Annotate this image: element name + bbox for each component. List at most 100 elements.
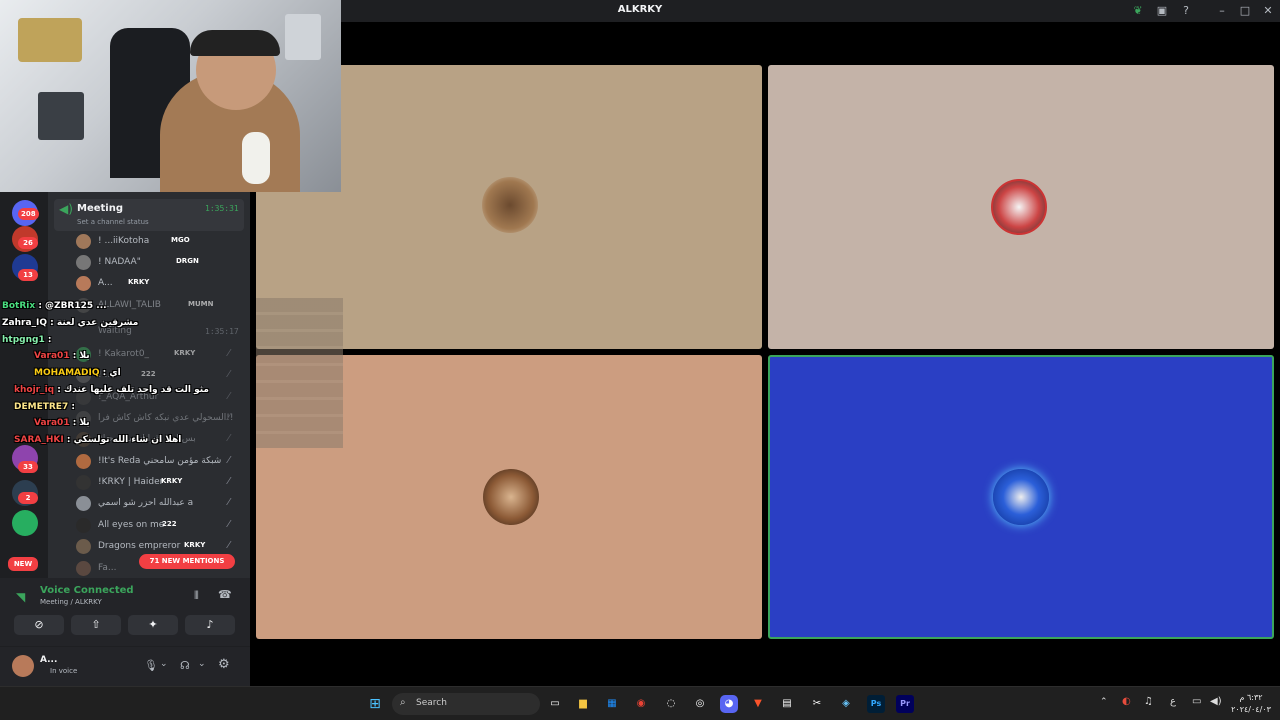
user-name: ! ...iiKotoha	[98, 236, 150, 246]
file-explorer-icon[interactable]: ▆	[574, 695, 592, 713]
chevron-up-icon[interactable]: ⌃	[1100, 697, 1108, 707]
voice-stage	[250, 22, 1280, 686]
chevron-down-icon[interactable]: ⌄	[198, 659, 206, 669]
clock-time[interactable]: ٦:٣٢ م	[1230, 693, 1272, 702]
chat-message: SARA_HKI : اهلا ان شاء الله تولسكي	[14, 435, 182, 445]
chevron-down-icon[interactable]: ⌄	[160, 659, 168, 669]
noise-suppression-icon[interactable]: ⦀	[194, 589, 199, 603]
tile-participant-4[interactable]	[768, 355, 1274, 639]
language-indicator[interactable]: ع	[1170, 696, 1176, 707]
store-icon[interactable]: ▦	[603, 695, 621, 713]
avatar	[76, 234, 91, 249]
voice-panel: ◥ Voice Connected Meeting / ALKRKY ⦀ ☎ ⊘…	[0, 578, 250, 686]
channel-name: Meeting	[77, 203, 124, 214]
mention-badge: 2	[18, 492, 38, 504]
camera-off-icon[interactable]: ⊘	[14, 615, 64, 635]
soundboard-icon[interactable]: ♪	[185, 615, 235, 635]
voice-location[interactable]: Meeting / ALKRKY	[40, 598, 102, 606]
chat-message: Zahra_IQ : مشرفين عدي لعنة	[2, 318, 139, 328]
steam-icon[interactable]: ◎	[691, 695, 709, 713]
photoshop-icon[interactable]: Ps	[867, 695, 885, 713]
tray-app-icon[interactable]: ◐	[1122, 696, 1131, 707]
avatar	[483, 469, 539, 525]
wall-shelf	[285, 14, 321, 60]
meeting-channel[interactable]: ◀) Meeting 1:35:31 Set a channel status	[54, 199, 244, 231]
speaker-icon: ◀)	[59, 202, 73, 216]
avatar	[76, 496, 91, 511]
new-badge[interactable]: NEW	[8, 557, 38, 571]
avatar	[76, 276, 91, 291]
user-name: All eyes on me	[98, 520, 165, 530]
activities-icon[interactable]: ✦	[128, 615, 178, 635]
webcam-overlay	[0, 0, 341, 192]
search-box[interactable]: ⌕ Search	[392, 693, 540, 715]
windows-start-icon[interactable]: ⊞	[366, 695, 384, 713]
gear-icon[interactable]: ⚙	[218, 657, 230, 672]
user-name: عبدالله احزر شو اسمي a	[98, 498, 194, 508]
minimize-icon[interactable]: –	[1214, 3, 1230, 19]
avatar	[482, 177, 538, 233]
user-tag: KRKY	[161, 477, 183, 485]
headphones	[190, 30, 280, 56]
clock-date[interactable]: ٢٠٢٤/٠٤/٠٣	[1228, 705, 1274, 714]
chat-overlay: BotRix : @ZBR125 ... Zahra_IQ : مشرفين ع…	[0, 298, 343, 448]
maximize-icon[interactable]: □	[1237, 3, 1253, 19]
steam-icon[interactable]: ◈	[837, 695, 855, 713]
tile-participant-2[interactable]	[768, 65, 1274, 349]
help-icon[interactable]: ?	[1178, 3, 1194, 19]
task-view-icon[interactable]: ▭	[546, 695, 564, 713]
channel-status[interactable]: Set a channel status	[77, 218, 149, 226]
screen-share-icon[interactable]: ⇧	[71, 615, 121, 635]
user-name: A...	[40, 655, 58, 665]
volume-icon[interactable]: ◀)	[1210, 696, 1222, 707]
microphone-icon[interactable]: 🎙	[144, 659, 158, 672]
chrome-icon[interactable]: ◉	[632, 695, 650, 713]
voice-user[interactable]: ! NADAA" DRGN	[76, 254, 246, 272]
avatar	[991, 179, 1047, 235]
headphones-icon[interactable]: ☊	[180, 659, 190, 672]
chat-message: DEMETRE7 :	[14, 402, 75, 412]
channel-timer: 1:35:31	[205, 204, 239, 213]
server-icon[interactable]	[12, 510, 38, 536]
network-icon[interactable]: ▭	[1192, 696, 1201, 707]
avatar	[76, 255, 91, 270]
voice-user[interactable]: عبدالله احزر شو اسمي a ⁄	[76, 495, 246, 513]
capcut-icon[interactable]: ✂	[808, 695, 826, 713]
deafened-icon: ⁄	[228, 497, 230, 508]
voice-user[interactable]: !KRKY | Haider KRKY ⁄	[76, 474, 246, 492]
disconnect-icon[interactable]: ☎	[218, 588, 232, 601]
user-name: Fa...	[98, 563, 117, 573]
avatar	[76, 518, 91, 533]
voice-user[interactable]: All eyes on me 222 ⁄	[76, 517, 246, 535]
avatar	[76, 561, 91, 576]
premiere-icon[interactable]: Pr	[896, 695, 914, 713]
discord-icon[interactable]: ◕	[720, 695, 738, 713]
user-status: In voice	[50, 667, 78, 675]
chat-message: BotRix : @ZBR125 ...	[2, 301, 107, 311]
avatar	[76, 539, 91, 554]
microphone-icon[interactable]: ♫	[1144, 696, 1153, 707]
chat-message: htpgng1 :	[2, 335, 52, 345]
play-button-award	[38, 92, 84, 140]
voice-user[interactable]: ! ...iiKotoha MGO	[76, 233, 246, 251]
deafened-icon: ⁄	[228, 476, 230, 487]
new-mentions-button[interactable]: 71 NEW MENTIONS	[139, 554, 235, 569]
microphone	[242, 132, 270, 184]
search-icon: ⌕	[400, 697, 406, 708]
avatar	[76, 475, 91, 490]
voice-user[interactable]: !It's Reda شبكة مؤمن سامحني ⁄	[76, 453, 246, 471]
user-panel: A... In voice 🎙 ⌄ ☊ ⌄ ⚙	[0, 646, 250, 686]
user-name: Dragons empreror	[98, 541, 181, 551]
app-icon[interactable]: ◌	[662, 695, 680, 713]
signal-icon[interactable]: ◥	[16, 590, 25, 604]
deafened-icon: ⁄	[228, 455, 230, 466]
voice-user[interactable]: A... KRKY	[76, 275, 246, 293]
mention-badge: 13	[18, 269, 38, 281]
leaf-icon[interactable]: ❦	[1130, 3, 1146, 19]
user-tag: KRKY	[128, 278, 150, 286]
close-icon[interactable]: ✕	[1260, 3, 1276, 19]
avatar[interactable]	[12, 655, 34, 677]
inbox-icon[interactable]: ▣	[1154, 3, 1170, 19]
app-icon[interactable]: ▤	[778, 695, 796, 713]
brave-icon[interactable]: ▼	[749, 695, 767, 713]
